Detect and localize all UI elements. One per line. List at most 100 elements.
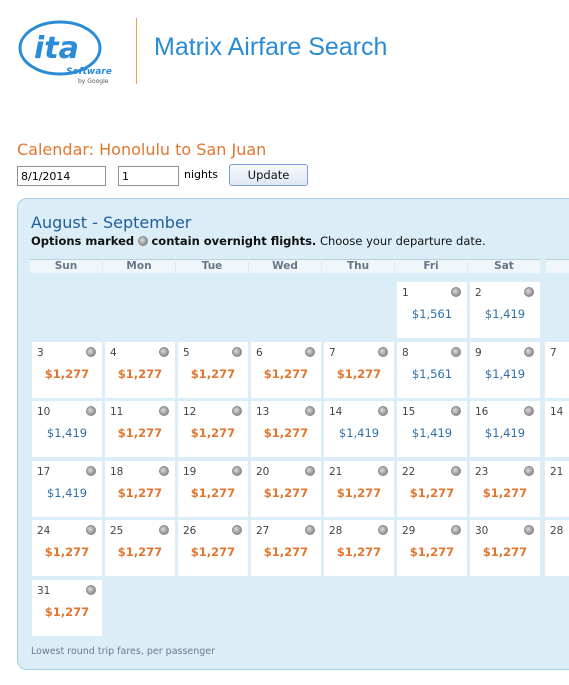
empty-day-cell	[32, 282, 102, 338]
day-cell-12[interactable]: 12 $1,277	[178, 401, 248, 457]
day-cell-18[interactable]: 18 $1,277	[105, 460, 175, 517]
fare-price[interactable]: $1,277	[105, 426, 175, 440]
fare-price[interactable]: $1,277	[470, 545, 540, 559]
day-cell-1[interactable]: 1 $1,561	[397, 282, 467, 338]
next-month-day-cell-7[interactable]: 7	[545, 341, 569, 398]
next-month-day-cell-21[interactable]: 21	[545, 460, 569, 517]
day-cell-13[interactable]: 13 $1,277	[251, 401, 321, 457]
day-number: 7	[329, 346, 336, 359]
nights-input[interactable]	[118, 166, 179, 186]
fare-price[interactable]: $1,277	[178, 426, 248, 440]
fare-price[interactable]: $1,419	[470, 367, 540, 381]
next-month-day-cell-14[interactable]: 14	[545, 401, 569, 457]
day-cell-28[interactable]: 28 $1,277	[324, 520, 394, 576]
day-cell-7[interactable]: 7 $1,277	[324, 341, 394, 398]
day-cell-17[interactable]: 17 $1,419	[32, 460, 102, 517]
day-cell-8[interactable]: 8 $1,561	[397, 341, 467, 398]
day-cell-6[interactable]: 6 $1,277	[251, 341, 321, 398]
day-cell-22[interactable]: 22 $1,277	[397, 460, 467, 517]
weekday-thu: Thu	[322, 259, 394, 273]
fare-price[interactable]: $1,561	[397, 367, 467, 381]
moon-icon	[86, 406, 96, 416]
fare-price[interactable]: $1,277	[251, 545, 321, 559]
day-number: 7	[550, 346, 557, 359]
day-number: 12	[183, 406, 197, 418]
fare-price[interactable]: $1,277	[324, 545, 394, 559]
next-month-day-cell-28[interactable]: 28	[545, 520, 569, 576]
day-number: 26	[183, 525, 197, 537]
empty-day-cell	[324, 282, 394, 338]
fare-price[interactable]: $1,277	[251, 367, 321, 381]
day-cell-21[interactable]: 21 $1,277	[324, 460, 394, 517]
moon-icon	[86, 584, 96, 595]
moon-icon	[232, 525, 242, 535]
fare-price[interactable]: $1,419	[470, 426, 540, 440]
moon-icon	[305, 525, 315, 535]
empty-day-cell	[105, 580, 175, 636]
fare-price[interactable]: $1,277	[397, 545, 467, 559]
fare-price[interactable]: $1,277	[32, 605, 102, 619]
day-cell-19[interactable]: 19 $1,277	[178, 460, 248, 517]
moon-icon	[159, 525, 169, 535]
fare-price[interactable]: $1,277	[251, 426, 321, 440]
update-button[interactable]: Update	[229, 164, 308, 186]
departure-date-input[interactable]	[17, 166, 106, 186]
weekday-fri: Fri	[395, 259, 467, 273]
fare-price[interactable]: $1,419	[32, 426, 102, 440]
moon-icon	[451, 406, 461, 416]
day-cell-15[interactable]: 15 $1,419	[397, 401, 467, 457]
fare-price[interactable]: $1,277	[32, 545, 102, 559]
month-divider	[540, 258, 544, 660]
fare-price[interactable]: $1,277	[178, 367, 248, 381]
day-cell-27[interactable]: 27 $1,277	[251, 520, 321, 576]
moon-icon	[86, 346, 96, 357]
day-cell-3[interactable]: 3 $1,277	[32, 341, 102, 398]
fare-price[interactable]: $1,277	[324, 367, 394, 381]
day-cell-5[interactable]: 5 $1,277	[178, 341, 248, 398]
fare-price[interactable]: $1,277	[105, 545, 175, 559]
day-cell-14[interactable]: 14 $1,419	[324, 401, 394, 457]
day-cell-9[interactable]: 9 $1,419	[470, 341, 540, 398]
moon-icon	[451, 287, 461, 297]
day-cell-25[interactable]: 25 $1,277	[105, 520, 175, 576]
day-number: 25	[110, 525, 124, 537]
day-cell-10[interactable]: 10 $1,419	[32, 401, 102, 457]
fare-price[interactable]: $1,277	[397, 486, 467, 500]
month-range: August - September	[31, 213, 192, 232]
day-number: 13	[256, 406, 270, 418]
day-cell-29[interactable]: 29 $1,277	[397, 520, 467, 576]
day-cell-26[interactable]: 26 $1,277	[178, 520, 248, 576]
app-title: Matrix Airfare Search	[154, 33, 388, 61]
day-cell-31[interactable]: 31 $1,277	[32, 579, 102, 636]
day-number: 28	[329, 525, 343, 537]
day-number: 14	[329, 406, 343, 418]
logo-sub: Software	[66, 67, 112, 77]
day-cell-11[interactable]: 11 $1,277	[105, 401, 175, 457]
fare-price[interactable]: $1,277	[324, 486, 394, 500]
fare-price[interactable]: $1,277	[178, 486, 248, 500]
fare-price[interactable]: $1,277	[32, 367, 102, 381]
header-divider	[136, 18, 137, 84]
fare-price[interactable]: $1,277	[470, 486, 540, 500]
fare-price[interactable]: $1,419	[32, 486, 102, 500]
day-cell-30[interactable]: 30 $1,277	[470, 520, 540, 576]
fare-price[interactable]: $1,419	[397, 426, 467, 440]
day-cell-16[interactable]: 16 $1,419	[470, 401, 540, 457]
fare-price[interactable]: $1,277	[251, 486, 321, 500]
fare-price[interactable]: $1,419	[324, 426, 394, 440]
fare-price[interactable]: $1,419	[470, 307, 540, 321]
day-cell-23[interactable]: 23 $1,277	[470, 460, 540, 517]
fare-price[interactable]: $1,277	[105, 486, 175, 500]
weekday-sat: Sat	[468, 259, 540, 273]
day-cell-2[interactable]: 2 $1,419	[470, 282, 540, 338]
fare-price[interactable]: $1,277	[105, 367, 175, 381]
day-cell-20[interactable]: 20 $1,277	[251, 460, 321, 517]
fare-price[interactable]: $1,277	[178, 545, 248, 559]
fare-price[interactable]: $1,561	[397, 307, 467, 321]
moon-icon	[451, 465, 461, 476]
day-number: 24	[37, 525, 51, 537]
empty-day-cell	[397, 580, 467, 636]
day-number: 16	[475, 406, 489, 418]
day-cell-24[interactable]: 24 $1,277	[32, 520, 102, 576]
day-cell-4[interactable]: 4 $1,277	[105, 341, 175, 398]
